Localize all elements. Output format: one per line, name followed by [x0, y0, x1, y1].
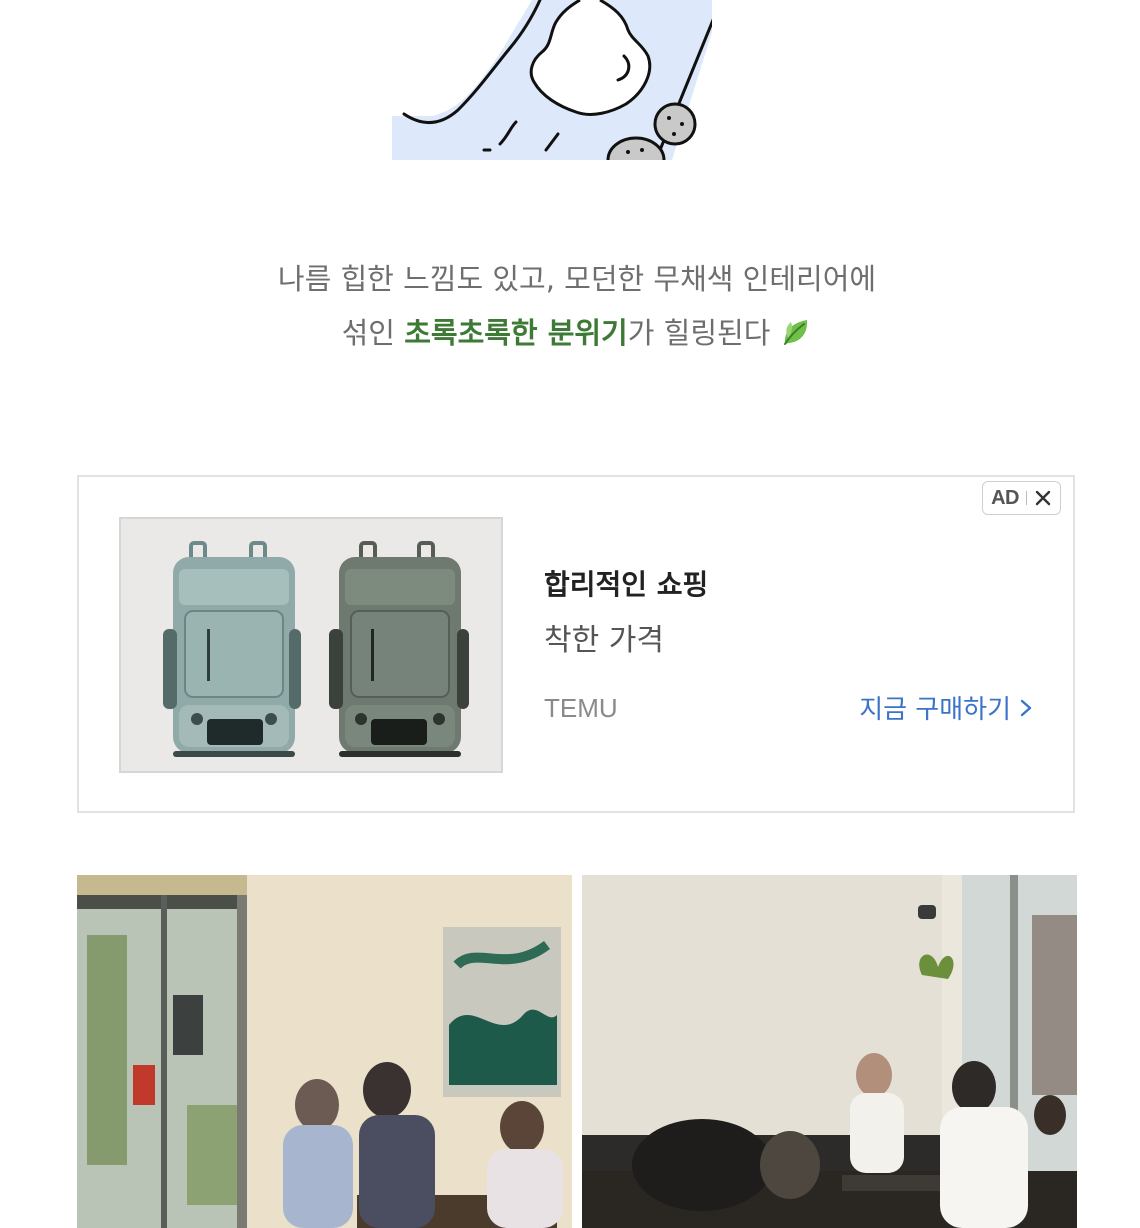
leaf-icon	[784, 320, 808, 345]
caption-line-1: 나름 힙한 느낌도 있고, 모던한 무채색 인테리어에	[277, 262, 877, 296]
ad-brand: TEMU	[544, 693, 618, 723]
ad-subtitle[interactable]: 착한 가격	[544, 615, 664, 659]
caption-highlight: 초록초록한 분위기	[404, 316, 628, 350]
backpack-image	[121, 519, 501, 771]
cafe-interior-photo-right[interactable]	[582, 875, 1077, 1228]
cafe-interior-photo-left[interactable]	[77, 875, 572, 1228]
ad-badge[interactable]: AD	[982, 481, 1061, 515]
ad-label: AD	[991, 486, 1019, 509]
advertisement-card[interactable]: AD 합리적인 쇼핑 착한 가격 TEMU 지금 구매하기	[77, 475, 1075, 813]
chevron-right-icon	[1020, 699, 1032, 716]
buy-now-label: 지금 구매하기	[859, 695, 1011, 725]
cafe-photo-right-image	[582, 875, 1077, 1228]
ad-product-image[interactable]	[119, 517, 503, 773]
close-icon[interactable]	[1034, 489, 1052, 507]
ad-title[interactable]: 합리적인 쇼핑	[544, 563, 708, 603]
caption-line-2-prefix: 섞인	[341, 316, 405, 350]
caption-line-2-suffix: 가 힐링된다	[627, 316, 771, 350]
illustration-image	[392, 0, 712, 160]
ad-badge-divider	[1026, 491, 1027, 505]
cafe-photo-left-image	[77, 875, 572, 1228]
post-caption: 나름 힙한 느낌도 있고, 모던한 무채색 인테리어에 섞인 초록초록한 분위기…	[0, 252, 1140, 360]
buy-now-link[interactable]: 지금 구매하기	[859, 689, 1033, 726]
caption-line-2: 섞인 초록초록한 분위기가 힐링된다	[0, 306, 1140, 360]
